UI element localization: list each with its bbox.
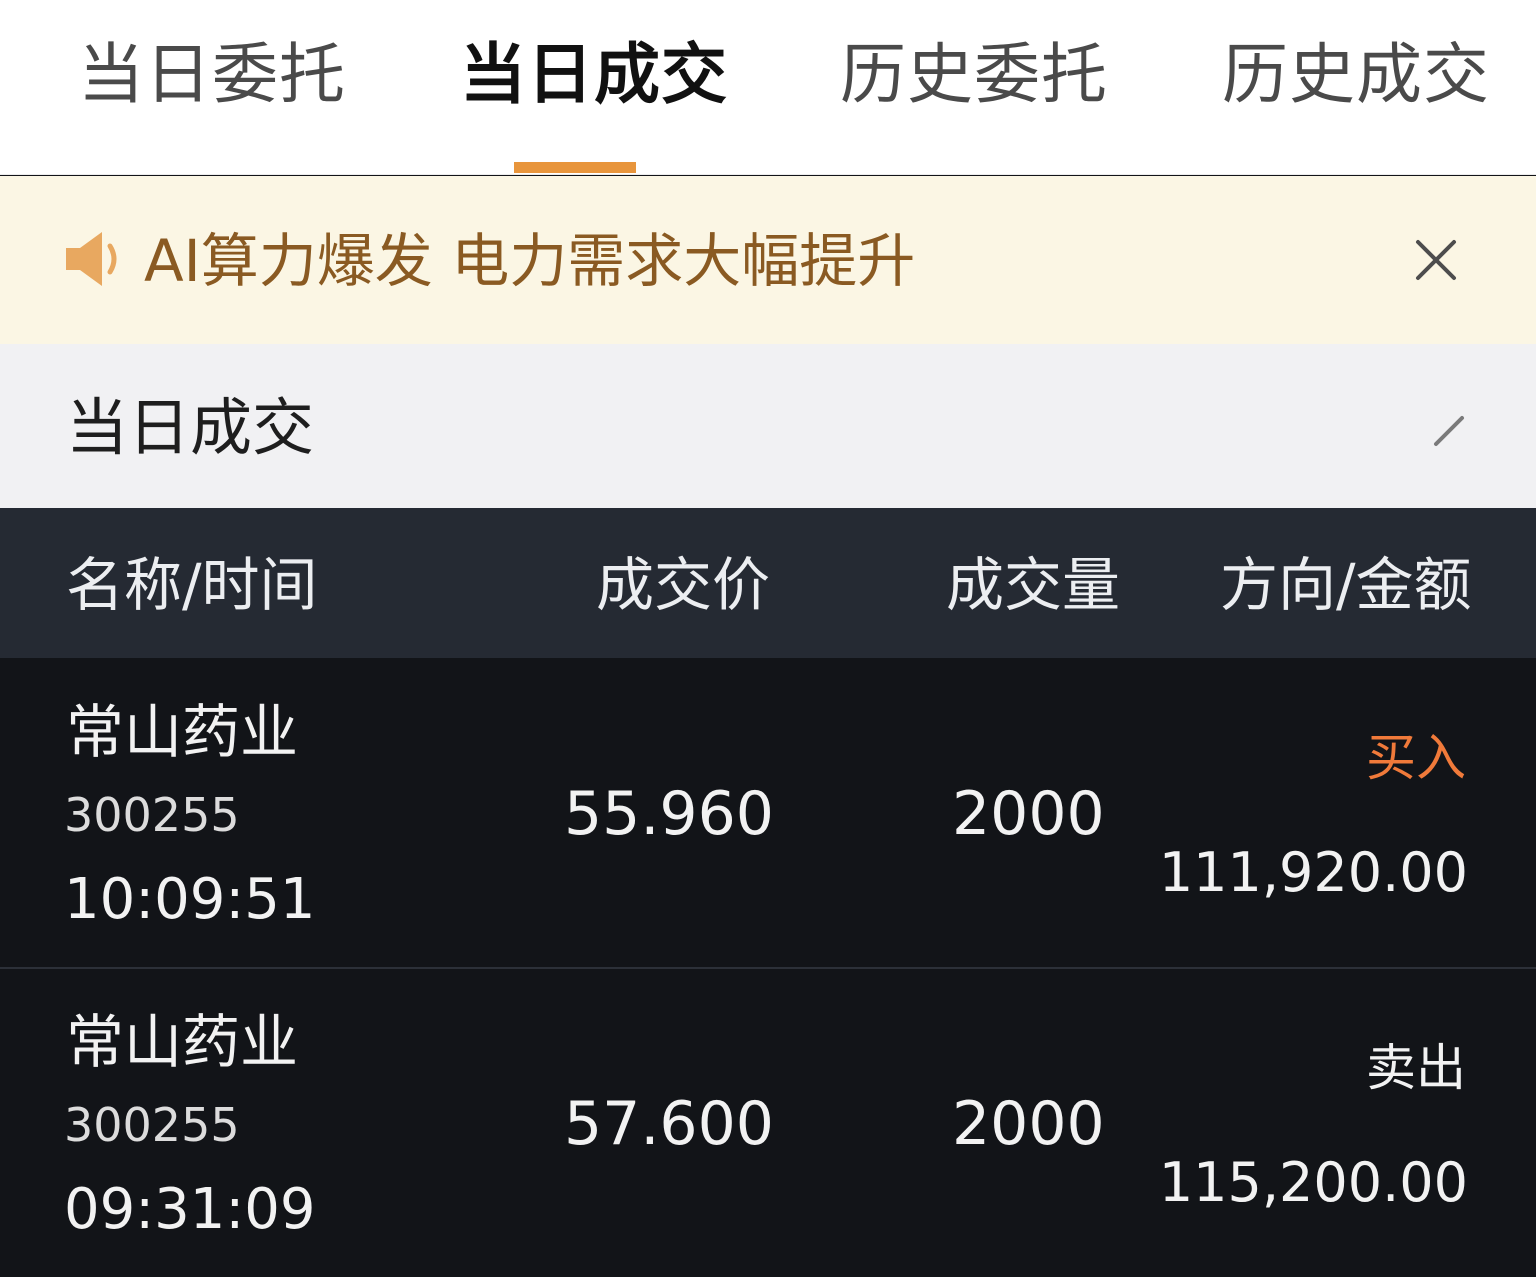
tab-history-orders[interactable]: 历史委托 (840, 30, 1108, 120)
trade-amount: 115,200.00 (1158, 1151, 1468, 1214)
tab-history-trades[interactable]: 历史成交 (1222, 30, 1490, 120)
stock-code: 300255 (64, 788, 240, 842)
column-header-quantity: 成交量 (946, 551, 1121, 619)
trade-price: 57.600 (564, 1089, 774, 1159)
speaker-icon (66, 232, 117, 286)
trade-amount: 111,920.00 (1158, 841, 1468, 904)
trade-time: 10:09:51 (64, 867, 316, 932)
stock-code: 300255 (64, 1098, 240, 1152)
trade-time: 09:31:09 (64, 1177, 316, 1242)
trade-quantity: 2000 (952, 1089, 1105, 1159)
column-header-price: 成交价 (596, 551, 771, 619)
notice-text[interactable]: AI算力爆发 电力需求大幅提升 (144, 218, 915, 304)
tab-bar: 当日委托 当日成交 历史委托 历史成交 (0, 0, 1536, 175)
section-title: 当日成交 (66, 391, 315, 464)
stock-name: 常山药业 (66, 698, 299, 766)
trade-price: 55.960 (564, 779, 774, 849)
close-icon[interactable] (1410, 234, 1462, 286)
stock-name: 常山药业 (66, 1008, 299, 1076)
edit-icon[interactable] (1432, 414, 1466, 448)
trade-quantity: 2000 (952, 779, 1105, 849)
trade-direction-buy: 买入 (1366, 729, 1466, 787)
active-tab-indicator (514, 162, 636, 173)
column-header-direction-amount: 方向/金额 (1220, 551, 1472, 619)
trade-direction-sell: 卖出 (1366, 1039, 1466, 1097)
tab-today-orders[interactable]: 当日委托 (78, 30, 346, 120)
column-header-name-time: 名称/时间 (66, 551, 318, 619)
tab-today-trades[interactable]: 当日成交 (460, 30, 728, 120)
